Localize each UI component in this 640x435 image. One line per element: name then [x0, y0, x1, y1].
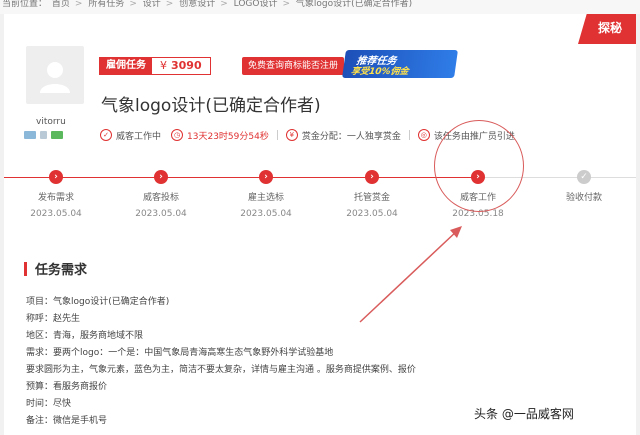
breadcrumb-design[interactable]: 设计: [143, 0, 161, 9]
step-arrow-icon: ›: [49, 170, 63, 184]
step-arrow-icon: ›: [259, 170, 273, 184]
phone-badge-icon: [40, 131, 47, 139]
breadcrumb-sep: >: [129, 0, 137, 9]
task-card: vitorru 雇佣任务 ¥3090 免费查询商标能否注册 推荐任务 享受10%…: [4, 14, 636, 435]
breadcrumb-current: 气象logo设计(已确定合作者): [295, 0, 413, 9]
step-label: 托管赏金: [353, 193, 390, 203]
corner-tag[interactable]: 探秘: [578, 14, 636, 44]
user-silhouette-icon: [40, 62, 70, 93]
avatar[interactable]: [26, 46, 84, 104]
breadcrumb-sep: >: [165, 0, 174, 9]
req-line: 项目：气象logo设计(已确定合作者): [26, 297, 170, 307]
bank-badge-icon: [51, 131, 63, 139]
step-date: 2023.05.04: [30, 209, 82, 219]
trademark-query-button[interactable]: 免费查询商标能否注册: [242, 57, 345, 75]
req-line: 称呼：赵先生: [26, 314, 81, 324]
status-label: 威客工作中: [116, 131, 162, 142]
step-arrow-icon: ›: [365, 170, 379, 184]
step-select: › 雇主选标 2023.05.04: [216, 170, 316, 219]
step-label: 发布需求: [37, 193, 74, 203]
breadcrumb-prefix: 当前位置：: [2, 0, 48, 9]
breadcrumb-home[interactable]: 首页: [52, 0, 70, 9]
task-title: 气象logo设计(已确定合作者): [101, 96, 321, 116]
section-marker: [24, 261, 27, 276]
promo-line2: 享受10%佣金: [350, 67, 410, 77]
step-publish: › 发布需求 2023.05.04: [6, 170, 106, 219]
id-badge-icon: [24, 131, 36, 139]
reward-value: 一人独享赏金: [346, 131, 401, 142]
countdown: 13天23时59分54秒: [187, 131, 269, 142]
breadcrumb-logo[interactable]: LOGO设计: [234, 0, 278, 9]
breadcrumb-sep: >: [74, 0, 83, 9]
step-label: 威客投标: [142, 193, 179, 203]
breadcrumb-sep: >: [282, 0, 291, 9]
user-badges: [24, 131, 63, 139]
highlight-circle: [434, 120, 524, 212]
step-check-icon: ✓: [577, 170, 591, 184]
divider: [408, 130, 410, 140]
step-label: 雇主选标: [247, 193, 284, 203]
breadcrumb-creative[interactable]: 创意设计: [179, 0, 215, 9]
requirements-list: 项目：气象logo设计(已确定合作者) 称呼：赵先生 地区：青海，服务商地域不限…: [26, 294, 416, 430]
promoter-icon: ◎: [417, 129, 430, 141]
price-value: 3090: [171, 59, 202, 72]
step-arrow-icon: ›: [154, 170, 168, 184]
reward-label: 赏金分配：: [301, 131, 347, 142]
username[interactable]: vitorru: [36, 117, 66, 127]
task-mode-label: 雇佣任务: [100, 58, 152, 74]
promo-banner[interactable]: 推荐任务 享受10%佣金: [342, 50, 458, 78]
watermark: 头条 @一品威客网: [474, 407, 574, 421]
req-line: 预算：看服务商报价: [26, 382, 108, 392]
req-line: 备注：微信是手机号: [26, 416, 108, 426]
section-heading: 任务需求: [24, 259, 87, 278]
section-title: 任务需求: [35, 263, 88, 278]
breadcrumb-all-tasks[interactable]: 所有任务: [88, 0, 124, 9]
step-escrow: › 托管赏金 2023.05.04: [322, 170, 422, 219]
clock-icon: ◷: [171, 129, 184, 141]
req-line: 时间：尽快: [26, 399, 72, 409]
step-date: 2023.05.04: [135, 209, 187, 219]
breadcrumb: 当前位置： 首页 > 所有任务 > 设计 > 创意设计 > LOGO设计 > 气象logo…: [0, 0, 640, 14]
req-line: 要求圆形为主，气象元素，蓝色为主，简洁不要太复杂，详情与雇主沟通 。服务商提供案…: [26, 365, 416, 375]
step-acceptance: ✓ 验收付款: [534, 170, 634, 209]
price-symbol: ¥: [160, 59, 167, 72]
step-date: 2023.05.04: [240, 209, 292, 219]
status-check-icon: ✓: [100, 129, 112, 141]
reward-icon: ¥: [285, 129, 298, 141]
step-bid: › 威客投标 2023.05.04: [111, 170, 211, 219]
task-price: ¥3090: [152, 58, 210, 74]
req-line: 地区：青海，服务商地域不限: [26, 331, 144, 341]
task-mode-tag: 雇佣任务 ¥3090: [99, 57, 211, 75]
step-date: 2023.05.04: [346, 209, 398, 219]
step-label: 验收付款: [565, 193, 602, 203]
req-line: 需求：要两个logo：一个是：中国气象局青海高寒生态气象野外科学试验基地: [26, 348, 334, 358]
breadcrumb-sep: >: [220, 0, 228, 9]
divider: [276, 130, 278, 140]
